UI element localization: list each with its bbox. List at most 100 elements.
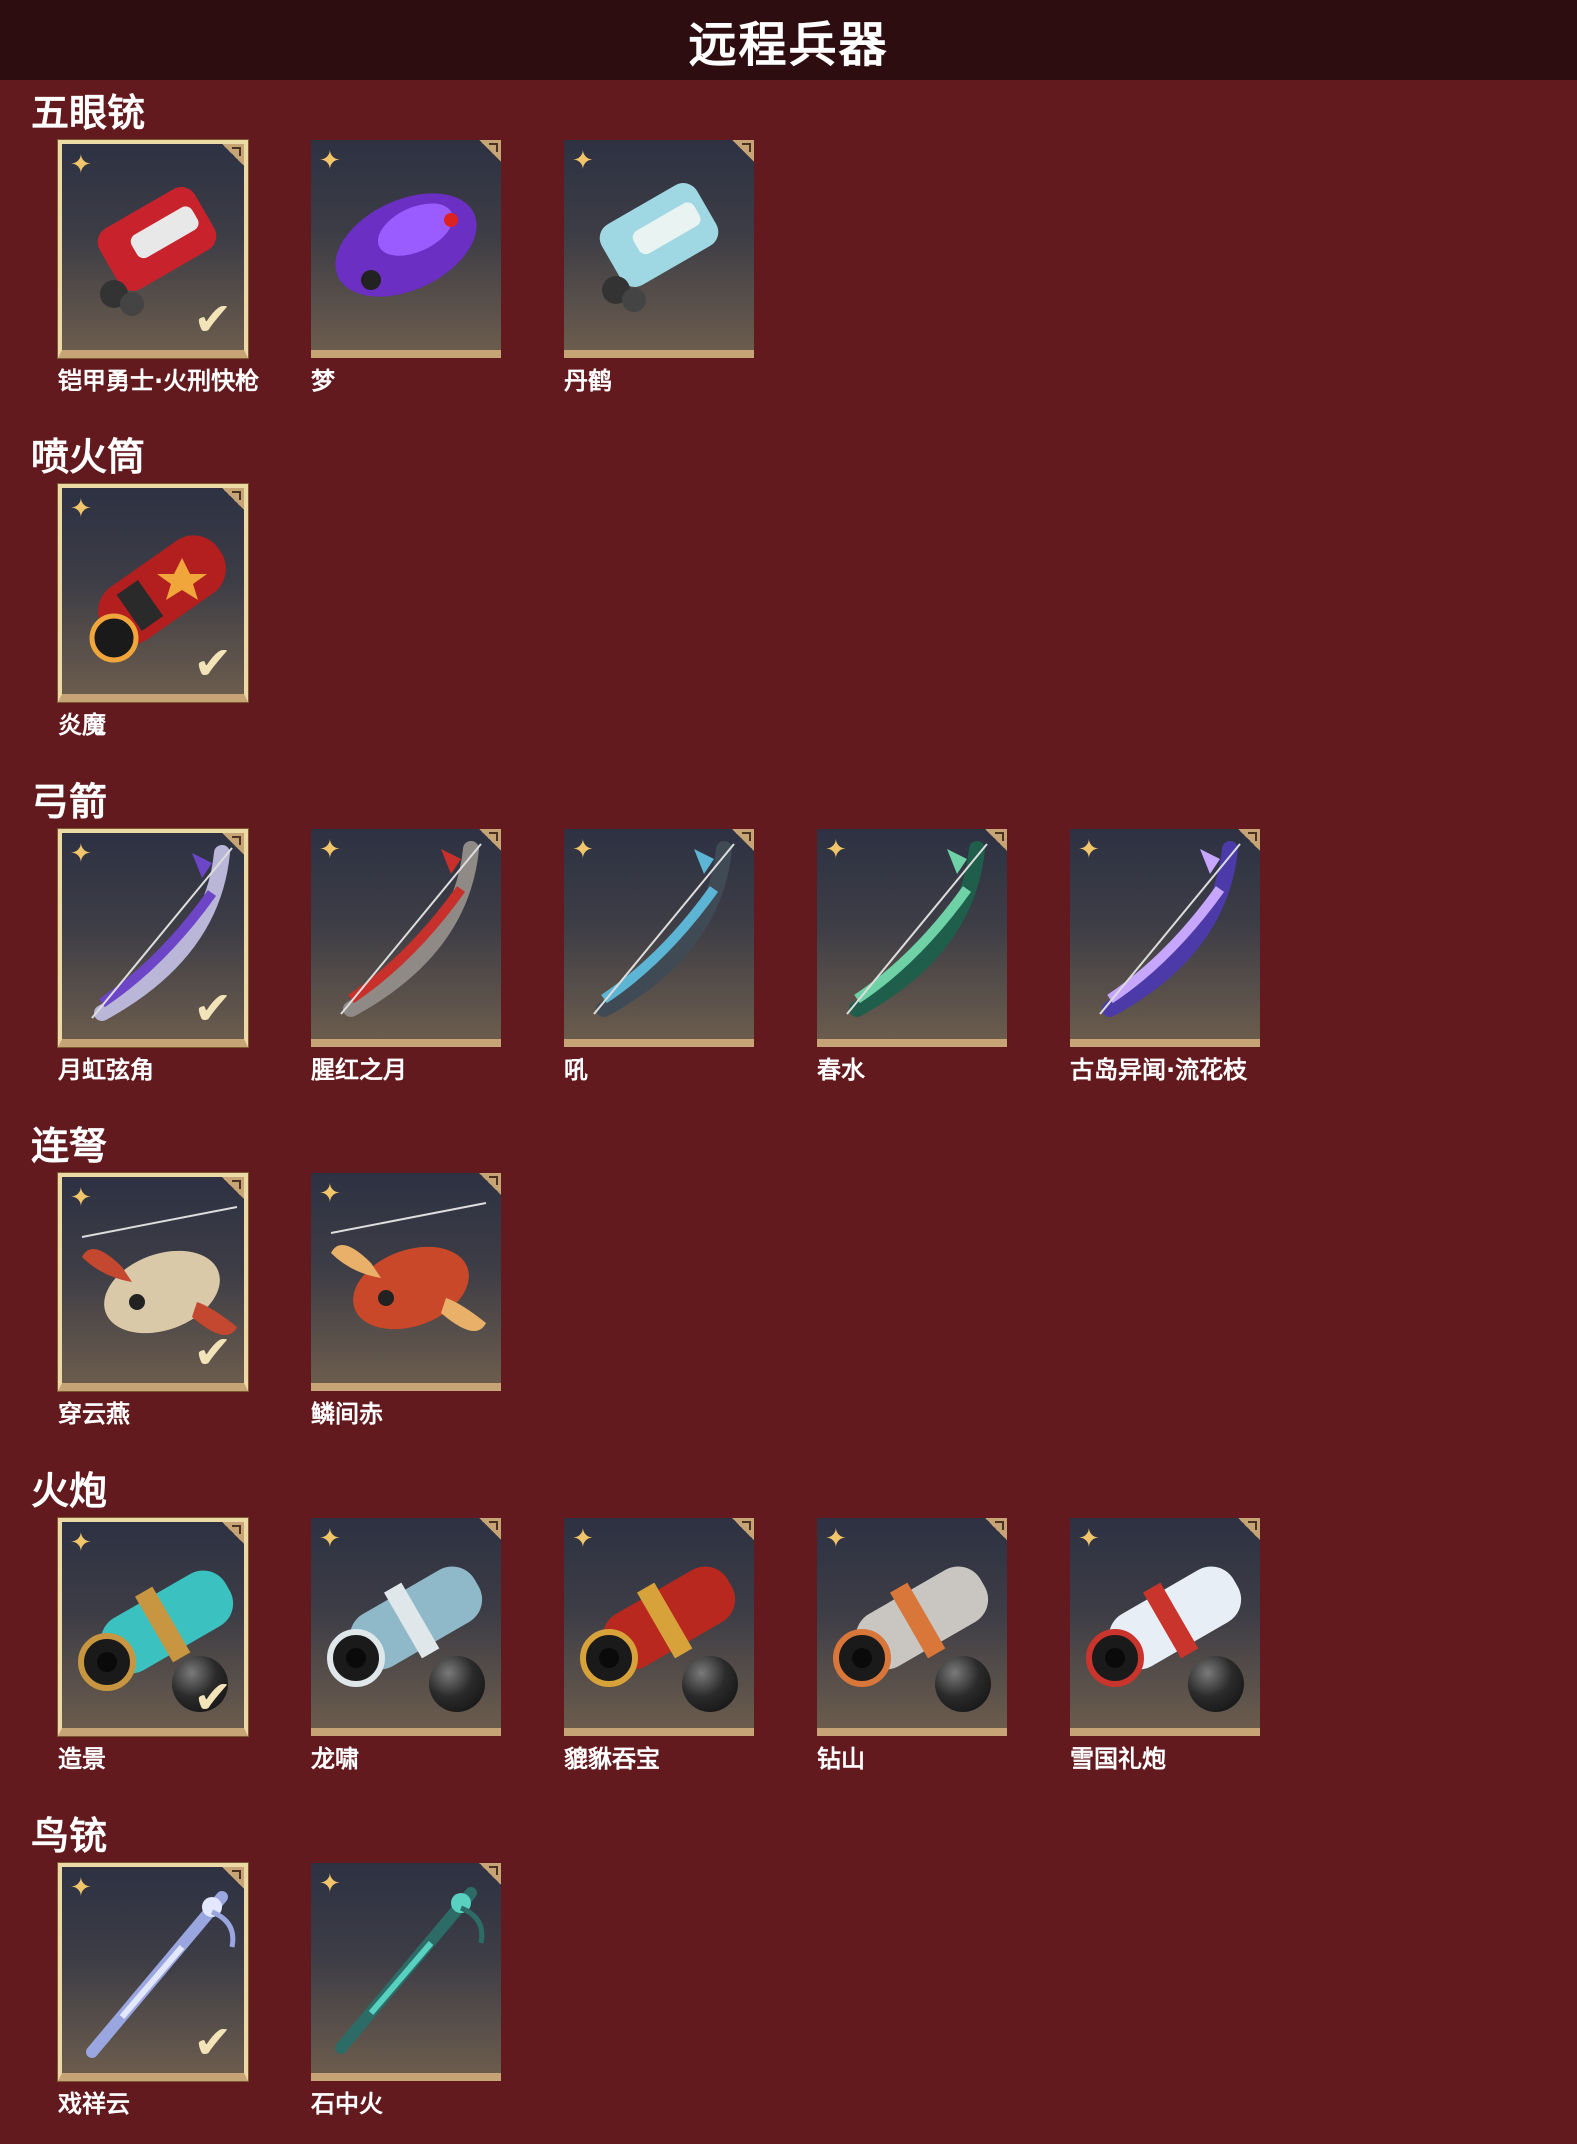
weapon-card[interactable]: ✦ bbox=[311, 1173, 501, 1391]
weapon-item[interactable]: ✦ 石中火 bbox=[311, 1863, 507, 2133]
corner-tag-icon bbox=[479, 829, 501, 851]
cannonball-icon bbox=[682, 1656, 738, 1712]
corner-tag-icon bbox=[985, 829, 1007, 851]
weapon-item[interactable]: ✦ 腥红之月 bbox=[311, 829, 507, 1099]
page-title: 远程兵器 bbox=[688, 17, 889, 73]
weapon-grid: ✦ ✔ 戏祥云 ✦ 石中火 bbox=[58, 1863, 1558, 2143]
weapon-item[interactable]: ✦ 鳞间赤 bbox=[311, 1173, 507, 1443]
weapon-section: 喷火筒 ✦ ✔ 炎魔 bbox=[0, 432, 1577, 762]
weapon-section: 弓箭 ✦ ✔ 月虹弦角 ✦ 腥红之月 ✦ 吼 ✦ 春水 ✦ 古岛异闻·流花枝 bbox=[0, 777, 1577, 1107]
weapon-item[interactable]: ✦ 钻山 bbox=[817, 1518, 1013, 1788]
weapon-name: 鳞间赤 bbox=[311, 1400, 383, 1428]
section-title: 弓箭 bbox=[31, 780, 108, 824]
star-icon: ✦ bbox=[572, 835, 594, 865]
star-icon: ✦ bbox=[319, 146, 341, 176]
weapon-name: 穿云燕 bbox=[58, 1400, 130, 1428]
weapon-card[interactable]: ✦ ✔ bbox=[58, 829, 248, 1047]
weapon-item[interactable]: ✦ 古岛异闻·流花枝 bbox=[1070, 829, 1266, 1099]
weapon-item[interactable]: ✦ 龙啸 bbox=[311, 1518, 507, 1788]
weapon-card[interactable]: ✦ bbox=[817, 1518, 1007, 1736]
weapon-name: 龙啸 bbox=[311, 1745, 359, 1773]
section-title: 连弩 bbox=[31, 1124, 108, 1168]
weapon-card[interactable]: ✦ bbox=[1070, 829, 1260, 1047]
weapon-card[interactable]: ✦ ✔ bbox=[58, 140, 248, 358]
corner-tag-icon bbox=[479, 1518, 501, 1540]
checkmark-icon: ✔ bbox=[193, 981, 232, 1035]
weapon-card[interactable]: ✦ bbox=[311, 140, 501, 358]
star-icon: ✦ bbox=[70, 1528, 92, 1558]
weapon-name: 雪国礼炮 bbox=[1070, 1745, 1166, 1773]
section-title: 火炮 bbox=[31, 1469, 108, 1513]
corner-tag-icon bbox=[732, 140, 754, 162]
weapon-card[interactable]: ✦ bbox=[564, 829, 754, 1047]
weapon-item[interactable]: ✦ ✔ 戏祥云 bbox=[58, 1863, 254, 2133]
weapon-name: 石中火 bbox=[311, 2090, 383, 2118]
weapon-section: 连弩 ✦ ✔ 穿云燕 ✦ 鳞间赤 bbox=[0, 1121, 1577, 1451]
weapon-item[interactable]: ✦ 梦 bbox=[311, 140, 507, 410]
weapon-name: 古岛异闻·流花枝 bbox=[1070, 1056, 1248, 1084]
weapon-card[interactable]: ✦ bbox=[817, 829, 1007, 1047]
weapon-item[interactable]: ✦ ✔ 铠甲勇士·火刑快枪 bbox=[58, 140, 259, 410]
weapon-item[interactable]: ✦ 春水 bbox=[817, 829, 1013, 1099]
checkmark-icon: ✔ bbox=[193, 2015, 232, 2069]
weapon-grid: ✦ ✔ 造景 ✦ 龙啸 ✦ 貔貅吞宝 ✦ 钻山 ✦ 雪国礼炮 bbox=[58, 1518, 1558, 1798]
corner-tag-icon bbox=[732, 1518, 754, 1540]
weapon-card[interactable]: ✦ ✔ bbox=[58, 1863, 248, 2081]
star-icon: ✦ bbox=[70, 1183, 92, 1213]
star-icon: ✦ bbox=[825, 835, 847, 865]
weapon-item[interactable]: ✦ ✔ 炎魔 bbox=[58, 484, 254, 754]
weapon-item[interactable]: ✦ ✔ 造景 bbox=[58, 1518, 254, 1788]
corner-tag-icon bbox=[479, 1863, 501, 1885]
weapon-name: 梦 bbox=[311, 367, 335, 395]
weapon-name: 铠甲勇士·火刑快枪 bbox=[58, 367, 260, 395]
weapon-item[interactable]: ✦ ✔ 穿云燕 bbox=[58, 1173, 254, 1443]
checkmark-icon: ✔ bbox=[193, 1670, 232, 1724]
weapon-card[interactable]: ✦ bbox=[564, 1518, 754, 1736]
weapon-card[interactable]: ✦ bbox=[311, 829, 501, 1047]
corner-tag-icon bbox=[222, 488, 244, 510]
checkmark-icon: ✔ bbox=[193, 636, 232, 690]
weapon-name: 钻山 bbox=[817, 1745, 865, 1773]
weapon-name: 造景 bbox=[58, 1745, 106, 1773]
weapon-name: 吼 bbox=[564, 1056, 588, 1084]
weapon-grid: ✦ ✔ 穿云燕 ✦ 鳞间赤 bbox=[58, 1173, 1558, 1453]
star-icon: ✦ bbox=[70, 494, 92, 524]
weapon-name: 腥红之月 bbox=[311, 1056, 407, 1084]
weapon-name: 月虹弦角 bbox=[58, 1056, 154, 1084]
star-icon: ✦ bbox=[319, 1179, 341, 1209]
star-icon: ✦ bbox=[319, 1524, 341, 1554]
weapon-card[interactable]: ✦ ✔ bbox=[58, 484, 248, 702]
section-title: 鸟铳 bbox=[31, 1814, 108, 1858]
weapon-item[interactable]: ✦ 雪国礼炮 bbox=[1070, 1518, 1266, 1788]
star-icon: ✦ bbox=[825, 1524, 847, 1554]
weapon-card[interactable]: ✦ ✔ bbox=[58, 1173, 248, 1391]
weapon-name: 戏祥云 bbox=[58, 2090, 130, 2118]
weapon-section: 五眼铳 ✦ ✔ 铠甲勇士·火刑快枪 ✦ 梦 ✦ 丹鹤 bbox=[0, 88, 1577, 418]
weapon-name: 丹鹤 bbox=[564, 367, 612, 395]
weapon-section: 火炮 ✦ ✔ 造景 ✦ 龙啸 ✦ 貔貅吞宝 ✦ 钻山 ✦ 雪国礼炮 bbox=[0, 1466, 1577, 1796]
weapon-name: 春水 bbox=[817, 1056, 865, 1084]
cannonball-icon bbox=[1188, 1656, 1244, 1712]
weapon-grid: ✦ ✔ 月虹弦角 ✦ 腥红之月 ✦ 吼 ✦ 春水 ✦ 古岛异闻·流花枝 bbox=[58, 829, 1558, 1109]
weapon-name: 炎魔 bbox=[58, 711, 106, 739]
weapon-item[interactable]: ✦ 貔貅吞宝 bbox=[564, 1518, 760, 1788]
corner-tag-icon bbox=[479, 140, 501, 162]
weapon-section: 鸟铳 ✦ ✔ 戏祥云 ✦ 石中火 bbox=[0, 1811, 1577, 2141]
checkmark-icon: ✔ bbox=[193, 292, 232, 346]
weapon-card[interactable]: ✦ bbox=[564, 140, 754, 358]
corner-tag-icon bbox=[222, 1522, 244, 1544]
weapon-card[interactable]: ✦ bbox=[311, 1863, 501, 2081]
weapon-item[interactable]: ✦ 吼 bbox=[564, 829, 760, 1099]
weapon-card[interactable]: ✦ ✔ bbox=[58, 1518, 248, 1736]
star-icon: ✦ bbox=[70, 839, 92, 869]
corner-tag-icon bbox=[222, 1177, 244, 1199]
star-icon: ✦ bbox=[1078, 1524, 1100, 1554]
corner-tag-icon bbox=[1238, 1518, 1260, 1540]
weapon-grid: ✦ ✔ 炎魔 bbox=[58, 484, 1558, 764]
weapon-card[interactable]: ✦ bbox=[1070, 1518, 1260, 1736]
weapon-name: 貔貅吞宝 bbox=[564, 1745, 660, 1773]
weapon-item[interactable]: ✦ ✔ 月虹弦角 bbox=[58, 829, 254, 1099]
star-icon: ✦ bbox=[572, 146, 594, 176]
weapon-item[interactable]: ✦ 丹鹤 bbox=[564, 140, 760, 410]
weapon-card[interactable]: ✦ bbox=[311, 1518, 501, 1736]
